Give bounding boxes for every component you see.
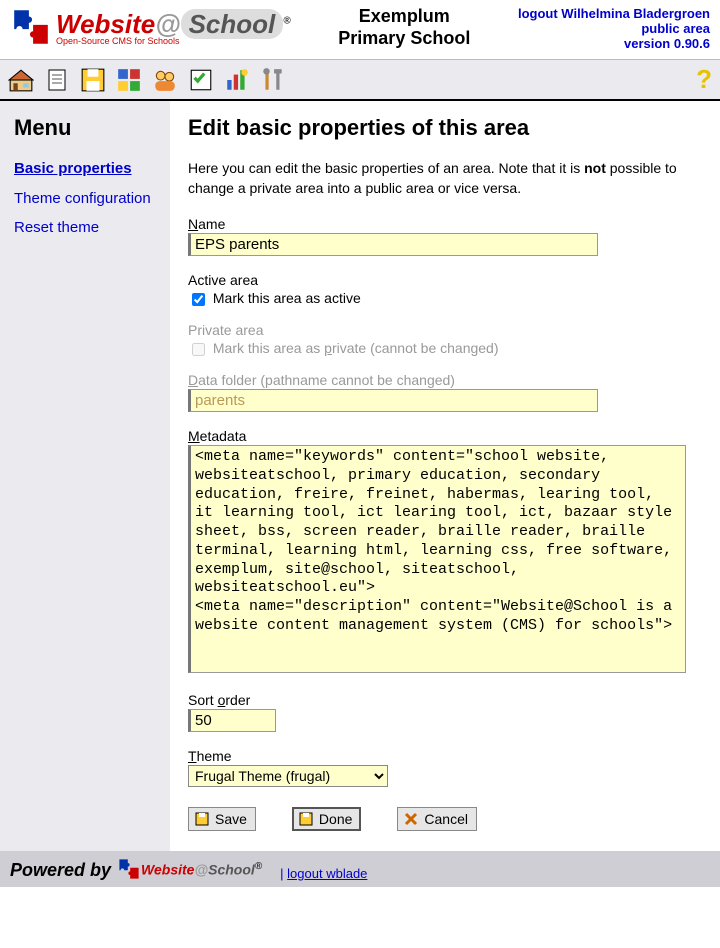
cancel-icon [404,812,418,826]
button-row: Save Done Cancel [188,807,702,831]
powered-by-text: Powered by [10,860,111,881]
cancel-button[interactable]: Cancel [397,807,477,831]
footer-puzzle-icon [117,857,141,881]
logo-tagline: Open-Source CMS for Schools [56,36,291,46]
logout-link[interactable]: logout Wilhelmina Bladergroen [518,6,710,21]
sidebar-title: Menu [14,115,160,141]
datafolder-input [188,389,598,412]
public-area-link[interactable]: public area [518,21,710,36]
metadata-label: Metadata [188,428,702,444]
metadata-textarea[interactable] [188,445,686,673]
theme-select[interactable]: Frugal Theme (frugal) [188,765,388,787]
datafolder-label: Data folder (pathname cannot be changed) [188,372,702,388]
page-icon[interactable] [44,67,70,93]
done-icon [299,812,313,826]
puzzle-icon [10,6,52,48]
active-checkbox-row: Mark this area as active [188,290,702,306]
users-icon[interactable] [152,67,178,93]
stats-icon[interactable] [224,67,250,93]
sidebar-item-reset-theme[interactable]: Reset theme [14,218,160,238]
help-icon[interactable]: ? [696,64,712,95]
sortorder-input[interactable] [188,709,276,732]
save-button[interactable]: Save [188,807,256,831]
footer-logout: | logout wblade [280,866,367,881]
footer: Powered by Website@School® | logout wbla… [0,851,720,887]
school-name: Exemplum Primary School [291,6,518,49]
footer-logout-link[interactable]: logout wblade [287,866,367,881]
private-area-label: Private area [188,322,702,338]
disk-icon[interactable] [80,67,106,93]
sortorder-label: Sort order [188,692,702,708]
modules-icon[interactable] [116,67,142,93]
footer-logo: Website@School® [117,857,262,881]
intro-text: Here you can edit the basic properties o… [188,159,702,198]
home-icon[interactable] [8,67,34,93]
name-label: Name [188,216,702,232]
tools-icon[interactable] [260,67,286,93]
header-links: logout Wilhelmina Bladergroen public are… [518,6,710,51]
page-title: Edit basic properties of this area [188,115,702,141]
active-area-label: Active area [188,272,702,288]
toolbar: ? [0,59,720,101]
version-link[interactable]: version 0.90.6 [518,36,710,51]
app-logo: Website@School® Open-Source CMS for Scho… [10,6,291,48]
save-icon [195,812,209,826]
active-checkbox[interactable] [192,293,205,306]
private-checkbox [192,343,205,356]
header: Website@School® Open-Source CMS for Scho… [0,0,720,53]
theme-label: Theme [188,748,702,764]
private-checkbox-row: Mark this area as private (cannot be cha… [188,340,702,356]
done-button[interactable]: Done [292,807,361,831]
name-input[interactable] [188,233,598,256]
sidebar: Menu Basic properties Theme configuratio… [0,101,170,851]
sidebar-item-basic-properties[interactable]: Basic properties [14,159,160,179]
checklist-icon[interactable] [188,67,214,93]
sidebar-item-theme-configuration[interactable]: Theme configuration [14,189,160,209]
content: Edit basic properties of this area Here … [170,101,720,851]
